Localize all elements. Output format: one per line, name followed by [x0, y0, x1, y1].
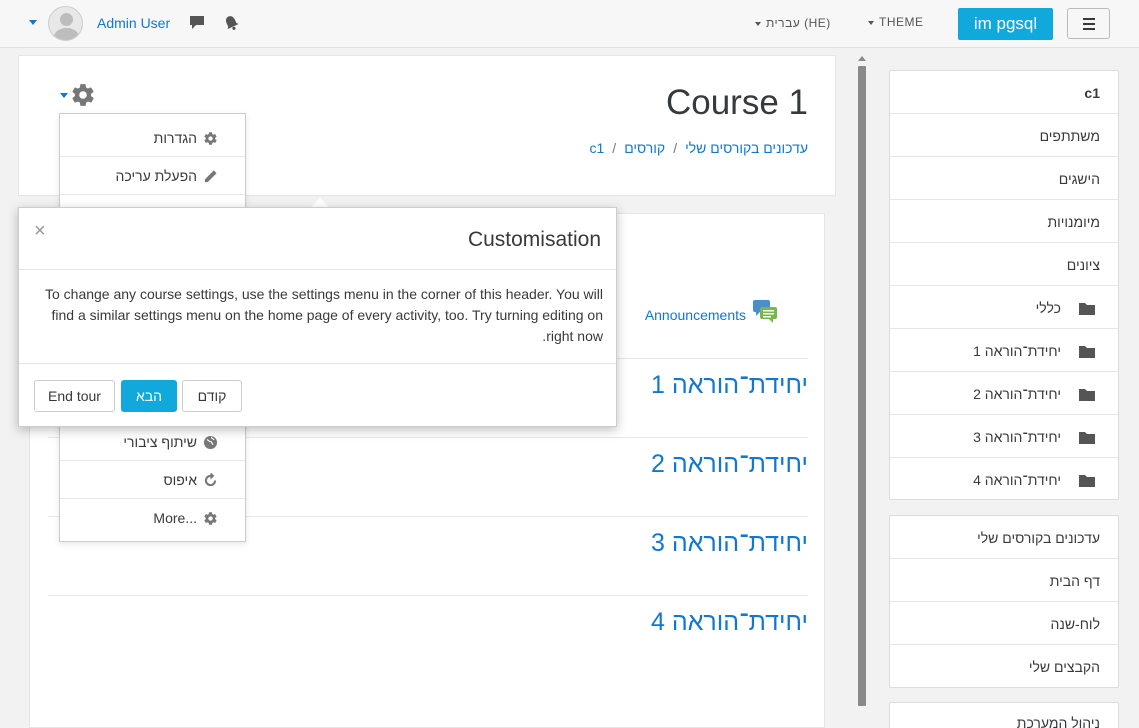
user-name-link[interactable]: Admin User [97, 15, 170, 31]
breadcrumb-item-my-courses-updates[interactable]: עדכונים בקורסים שלי [685, 140, 808, 156]
sidebar-item-section-4[interactable]: יחידת־הוראה 4 [890, 458, 1118, 501]
sidebar-item-my-courses-updates[interactable]: עדכונים בקורסים שלי [890, 516, 1118, 559]
end-tour-button[interactable]: End tour [34, 380, 115, 412]
sidebar-item-participants[interactable]: משתתפים [890, 114, 1118, 157]
messages-icon[interactable] [189, 15, 205, 33]
theme-menu[interactable]: THEME [868, 15, 924, 29]
previous-button[interactable]: קודם [182, 380, 242, 412]
tour-title: Customisation [467, 228, 601, 251]
section-title-3[interactable]: יחידת־הוראה 3 [651, 529, 808, 558]
user-menu-caret-icon[interactable] [29, 20, 37, 25]
sidebar-item-private-files[interactable]: הקבצים שלי [890, 645, 1118, 688]
section-title-2[interactable]: יחידת־הוראה 2 [651, 450, 808, 479]
site-home-button[interactable]: im pgsql [958, 8, 1053, 40]
pencil-icon [203, 169, 218, 187]
sidebar-item-label: משתתפים [1039, 128, 1100, 144]
menu-item-turn-editing-on[interactable]: הפעלת עריכה [60, 157, 245, 195]
gear-icon [203, 511, 218, 529]
tour-popover: × Customisation To change any course set… [18, 207, 617, 427]
breadcrumb-item-c1[interactable]: c1 [590, 140, 605, 156]
sidebar-item-general[interactable]: כללי [890, 286, 1118, 329]
section-title-4[interactable]: יחידת־הוראה 4 [651, 608, 808, 637]
sidebar-item-label: הישגים [1058, 171, 1100, 187]
sidebar-item-section-2[interactable]: יחידת־הוראה 2 [890, 372, 1118, 415]
folder-icon [1079, 431, 1095, 447]
breadcrumb-item-courses[interactable]: קורסים [624, 140, 665, 156]
sidebar-item-label: ציונים [1066, 257, 1100, 273]
settings-gear-icon[interactable] [70, 82, 96, 111]
sidebar-item-site-admin[interactable]: ניהול המערכת [890, 703, 1118, 728]
next-button[interactable]: הבא [121, 380, 177, 412]
course-navigation: c1 משתתפים הישגים מיומנויות ציונים כללי … [889, 70, 1119, 500]
top-navbar: Admin User עברית (HE) THEME im pgsql [0, 0, 1139, 48]
sidebar-item-label: לוח-שנה [1050, 616, 1100, 632]
sidebar-item-label: יחידת־הוראה 4 [973, 472, 1061, 488]
site-navigation: עדכונים בקורסים שלי דף הבית לוח-שנה הקבצ… [889, 515, 1119, 688]
folder-icon [1079, 388, 1095, 404]
close-icon[interactable]: × [34, 220, 46, 243]
folder-icon [1079, 345, 1095, 361]
sidebar-item-competencies[interactable]: מיומנויות [890, 200, 1118, 243]
page-title: Course 1 [665, 83, 808, 122]
sidebar-item-section-3[interactable]: יחידת־הוראה 3 [890, 415, 1118, 458]
sidebar-item-label: כללי [1035, 300, 1061, 316]
announcements-label[interactable]: Announcements [645, 307, 746, 323]
gear-icon [203, 131, 218, 149]
tour-body: To change any course settings, use the s… [44, 286, 603, 344]
sidebar-item-label: יחידת־הוראה 1 [973, 343, 1061, 359]
sidebar-item-label: ניהול המערכת [1016, 715, 1100, 728]
section-row: יחידת־הוראה 4 [48, 595, 808, 674]
site-administration: ניהול המערכת [889, 702, 1119, 728]
menu-item-label: More... [153, 510, 197, 526]
notifications-bell-icon[interactable] [223, 14, 240, 34]
reset-icon [203, 472, 218, 491]
scroll-up-arrow-icon[interactable] [858, 56, 866, 61]
menu-item-label: שיתוף ציבורי [123, 434, 197, 450]
sidebar-item-label: יחידת־הוראה 2 [973, 386, 1061, 402]
forum-icon [753, 300, 777, 323]
sidebar-item-label: c1 [1084, 85, 1100, 101]
sidebar-item-label: עדכונים בקורסים שלי [977, 530, 1100, 546]
section-title-1[interactable]: יחידת־הוראה 1 [651, 371, 808, 400]
sidebar-item-badges[interactable]: הישגים [890, 157, 1118, 200]
settings-caret-icon[interactable] [60, 93, 68, 98]
menu-item-reset[interactable]: איפוס [60, 461, 245, 499]
globe-icon [203, 435, 218, 453]
hamburger-menu-icon[interactable] [1067, 8, 1110, 39]
folder-icon [1079, 302, 1095, 318]
menu-item-settings[interactable]: הגדרות [60, 119, 245, 157]
scrollbar-thumb[interactable] [858, 66, 866, 706]
sidebar-item-section-1[interactable]: יחידת־הוראה 1 [890, 329, 1118, 372]
avatar[interactable] [48, 6, 83, 41]
sidebar-item-label: דף הבית [1049, 573, 1100, 589]
menu-item-label: איפוס [163, 472, 197, 488]
menu-item-label: הגדרות [153, 130, 197, 146]
sidebar-item-label: יחידת־הוראה 3 [973, 429, 1061, 445]
sidebar-item-label: הקבצים שלי [1028, 659, 1100, 675]
breadcrumb: עדכונים בקורסים שלי/קורסים/c1 [589, 140, 809, 156]
sidebar-item-grades[interactable]: ציונים [890, 243, 1118, 286]
menu-item-more[interactable]: More... [60, 499, 245, 537]
folder-icon [1079, 474, 1095, 490]
sidebar-item-calendar[interactable]: לוח-שנה [890, 602, 1118, 645]
language-menu[interactable]: עברית (HE) [755, 16, 831, 30]
sidebar-item-label: מיומנויות [1047, 214, 1100, 230]
sidebar-item-home[interactable]: דף הבית [890, 559, 1118, 602]
sidebar-item-c1[interactable]: c1 [890, 71, 1118, 114]
menu-item-label: הפעלת עריכה [115, 168, 197, 184]
menu-item-public-share[interactable]: שיתוף ציבורי [60, 423, 245, 461]
